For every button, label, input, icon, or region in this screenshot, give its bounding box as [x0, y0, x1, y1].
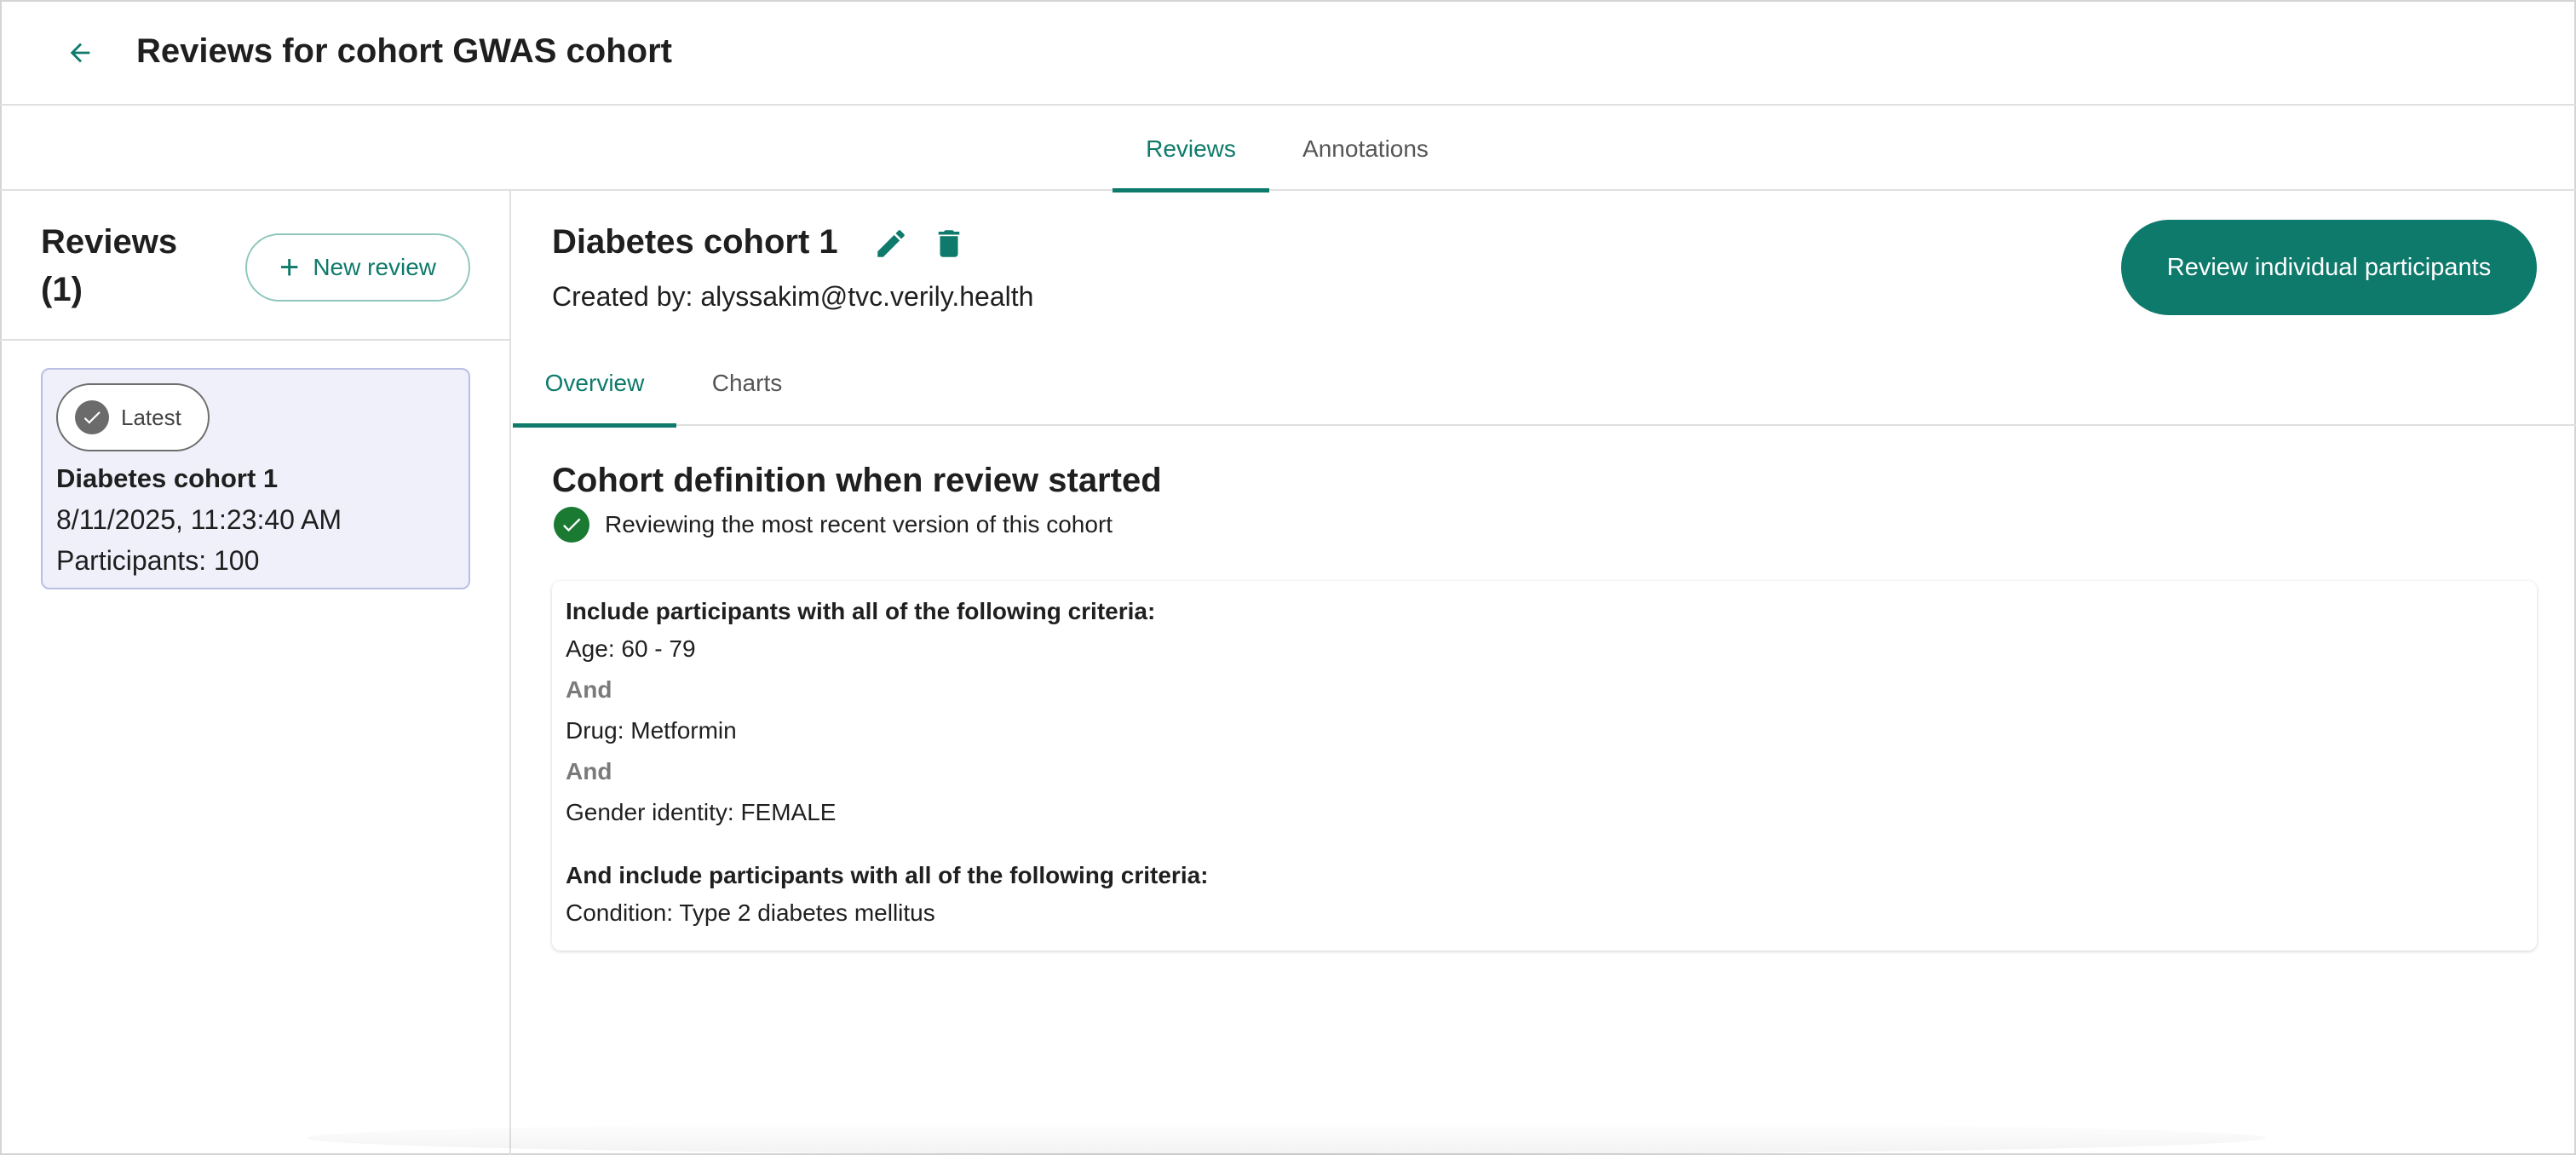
- review-item-participants: Participants: 100: [56, 545, 260, 576]
- top-bar: Reviews for cohort GWAS cohort: [0, 0, 2576, 106]
- criteria-operator: And: [566, 758, 612, 784]
- trash-icon: [938, 230, 960, 257]
- new-review-label: New review: [313, 254, 437, 280]
- review-individual-participants-button[interactable]: Review individual participants: [2121, 220, 2537, 315]
- review-detail: Diabetes cohort 1 Created by: alyssakim@…: [513, 191, 2576, 1155]
- pencil-icon: [877, 230, 905, 257]
- page-title: Reviews for cohort GWAS cohort: [136, 32, 672, 70]
- arrow-left-icon: [70, 43, 90, 63]
- bottom-shadow: [307, 1121, 2266, 1155]
- criteria-group-heading: And include participants with all of the…: [566, 862, 1209, 888]
- criteria-operator: And: [566, 676, 612, 703]
- tab-reviews[interactable]: Reviews: [1113, 107, 1269, 192]
- review-item-name: Diabetes cohort 1: [56, 463, 279, 493]
- sidebar-title: Reviews (1): [41, 223, 178, 308]
- tab-overview[interactable]: Overview: [513, 341, 676, 428]
- latest-badge-label: Latest: [121, 404, 181, 430]
- sidebar-header: Reviews (1) + New review: [0, 191, 509, 341]
- criteria-item: Drug: Metformin: [566, 717, 737, 744]
- review-list-item[interactable]: Latest Diabetes cohort 1 8/11/2025, 11:2…: [41, 368, 470, 589]
- back-button[interactable]: [55, 27, 106, 78]
- reviews-sidebar: Reviews (1) + New review Latest Diabetes…: [0, 191, 511, 1155]
- main-tabs: Reviews Annotations: [0, 107, 2576, 192]
- tab-annotations[interactable]: Annotations: [1269, 107, 1462, 191]
- criteria-item: Gender identity: FEMALE: [566, 799, 837, 825]
- criteria-item: Condition: Type 2 diabetes mellitus: [566, 899, 935, 926]
- check-circle-icon: [554, 507, 589, 543]
- review-name: Diabetes cohort 1: [552, 223, 838, 261]
- tab-charts[interactable]: Charts: [676, 341, 818, 426]
- status-row: Reviewing the most recent version of thi…: [554, 504, 1113, 545]
- latest-badge: Latest: [56, 383, 210, 451]
- detail-tabs: Overview Charts: [513, 341, 2576, 428]
- check-circle-icon: [75, 400, 109, 434]
- criteria-item: Age: 60 - 79: [566, 635, 696, 662]
- status-text: Reviewing the most recent version of thi…: [605, 511, 1113, 537]
- section-title: Cohort definition when review started: [552, 462, 1162, 499]
- criteria-group-heading: Include participants with all of the fol…: [566, 598, 1156, 624]
- criteria-card: Include participants with all of the fol…: [552, 581, 2537, 951]
- new-review-button[interactable]: + New review: [245, 233, 470, 302]
- edit-review-button[interactable]: [869, 221, 913, 266]
- created-by: Created by: alyssakim@tvc.verily.health: [552, 281, 1034, 312]
- review-item-date: 8/11/2025, 11:23:40 AM: [56, 504, 342, 535]
- delete-review-button[interactable]: [927, 221, 971, 266]
- plus-icon: +: [279, 249, 300, 286]
